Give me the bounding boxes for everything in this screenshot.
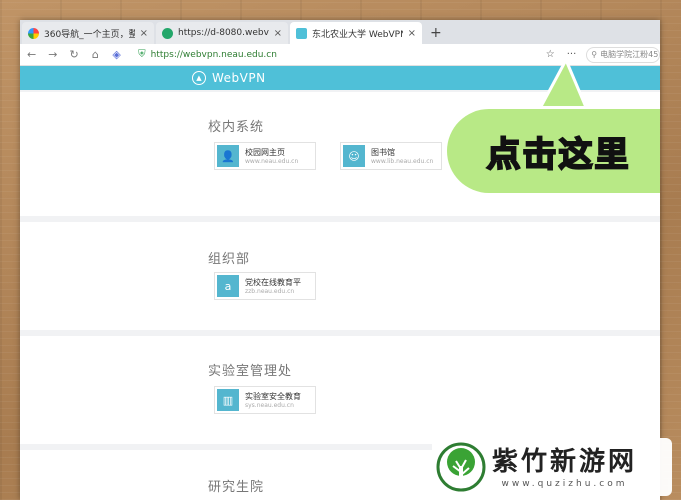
amazon-icon: a	[217, 275, 239, 297]
card-party-school[interactable]: a 党校在线教育平 zzb.neau.edu.cn	[214, 272, 316, 300]
section-organization-dept: 组织部 a 党校在线教育平 zzb.neau.edu.cn	[20, 222, 660, 330]
bamboo-tree-logo-icon	[436, 442, 486, 492]
card-name: 校园网主页	[245, 148, 285, 157]
close-icon[interactable]: ×	[274, 28, 282, 39]
card-lab-safety[interactable]: ▥ 实验室安全教育 sys.neau.edu.cn	[214, 386, 316, 414]
search-placeholder: 电脑学院江粉45	[600, 50, 659, 59]
tab-webvpn[interactable]: 东北农业大学 WebVPN ×	[290, 22, 422, 44]
card-url: sys.neau.edu.cn	[245, 402, 294, 409]
close-icon[interactable]: ×	[140, 28, 148, 39]
lock-icon: ▲	[192, 71, 206, 85]
tab-bar: 360导航_一个主页，整个世界 × https://d-8080.webvpn.…	[20, 20, 660, 44]
site-watermark: 紫竹新游网 www.quzizhu.com	[432, 438, 672, 496]
favicon-doc-icon	[296, 27, 307, 39]
card-library[interactable]: ☺ 图书馆 www.lib.neau.edu.cn	[340, 142, 442, 170]
section-title: 校内系统	[208, 120, 265, 135]
card-name: 实验室安全教育	[245, 392, 301, 401]
click-here-callout: 点击这里	[444, 106, 660, 196]
card-url: www.lib.neau.edu.cn	[371, 158, 434, 165]
bookmark-star-icon[interactable]: ☆	[546, 49, 555, 60]
card-url: zzb.neau.edu.cn	[245, 288, 295, 295]
tab-360[interactable]: 360导航_一个主页，整个世界 ×	[22, 22, 154, 44]
webvpn-brand: WebVPN	[212, 71, 266, 85]
section-lab-management: 实验室管理处 ▥ 实验室安全教育 sys.neau.edu.cn	[20, 336, 660, 444]
card-url: www.neau.edu.cn	[245, 158, 299, 165]
callout-text: 点击这里	[486, 134, 631, 176]
tab-title: 360导航_一个主页，整个世界	[44, 29, 135, 40]
favicon-360-icon	[28, 27, 39, 39]
users-icon: ☺	[343, 145, 365, 167]
new-tab-button[interactable]: +	[424, 22, 448, 44]
tab-title: https://d-8080.webvpn.ne	[178, 28, 269, 38]
callout-tail	[536, 60, 590, 112]
url-field[interactable]: ⛨ https://webvpn.neau.edu.cn	[132, 46, 536, 64]
user-icon: 👤	[217, 145, 239, 167]
building-icon: ▥	[217, 389, 239, 411]
close-icon[interactable]: ×	[408, 28, 416, 39]
shield-icon: ⛨	[138, 49, 146, 60]
tab-title: 东北农业大学 WebVPN	[312, 29, 403, 40]
section-title: 实验室管理处	[208, 364, 293, 379]
tab-vpn-8080[interactable]: https://d-8080.webvpn.ne ×	[156, 22, 288, 44]
section-title: 研究生院	[208, 480, 265, 495]
card-campus-homepage[interactable]: 👤 校园网主页 www.neau.edu.cn	[214, 142, 316, 170]
favicon-globe-icon	[162, 27, 173, 39]
card-name: 图书馆	[371, 148, 395, 157]
back-icon[interactable]: ←	[26, 48, 37, 61]
reload-icon[interactable]: ↻	[68, 48, 79, 61]
watermark-url: www.quzizhu.com	[501, 479, 628, 489]
watermark-name: 紫竹新游网	[492, 447, 638, 477]
search-icon: ⚲	[591, 50, 598, 59]
extension-icon[interactable]: ◈	[111, 48, 122, 61]
url-text: https://webvpn.neau.edu.cn	[150, 49, 277, 60]
home-icon[interactable]: ⌂	[90, 48, 101, 61]
forward-icon[interactable]: →	[47, 48, 58, 61]
section-title: 组织部	[208, 252, 251, 267]
more-menu-icon[interactable]: ···	[567, 49, 577, 60]
card-name: 党校在线教育平	[245, 278, 301, 287]
